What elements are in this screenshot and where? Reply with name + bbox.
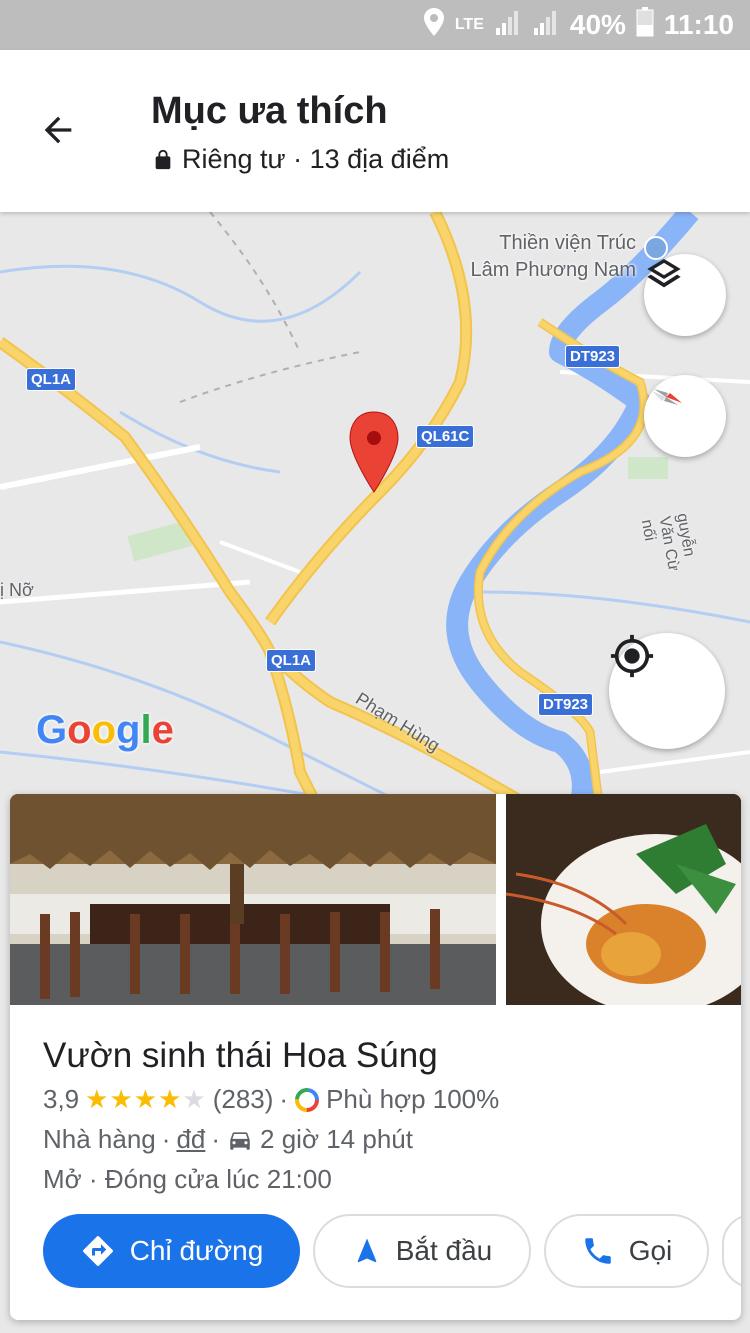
layers-icon bbox=[647, 259, 681, 288]
lock-icon bbox=[155, 149, 171, 169]
match-percent: Phù hợp 100% bbox=[326, 1084, 500, 1114]
road-label-dt923-2: DT923 bbox=[538, 693, 594, 716]
road-label-ql61c: QL61C bbox=[416, 425, 475, 448]
clock: 11:10 bbox=[663, 9, 734, 40]
battery-icon bbox=[636, 6, 654, 44]
network-type: LTE bbox=[454, 16, 484, 33]
subtitle-text: Riêng tư · 13 địa điểm bbox=[182, 144, 450, 174]
directions-icon bbox=[82, 1236, 113, 1266]
car-icon bbox=[230, 1131, 250, 1150]
start-label: Bắt đầu bbox=[395, 1235, 493, 1266]
arrow-back-icon bbox=[44, 116, 72, 144]
google-match-icon bbox=[295, 1087, 320, 1112]
google-logo: Google bbox=[36, 708, 174, 752]
list-header: Mục ưa thích Riêng tư · 13 địa điểm bbox=[0, 50, 750, 212]
my-location-icon bbox=[610, 634, 654, 678]
category: Nhà hàng bbox=[43, 1124, 156, 1154]
street-label-nguyen-van-cu: guyễn Văn Cừ nối bbox=[637, 512, 698, 573]
compass-button[interactable] bbox=[644, 375, 726, 457]
signal-icon bbox=[494, 8, 522, 43]
rating-value: 3,9 bbox=[43, 1084, 80, 1114]
directions-button[interactable]: Chỉ đường bbox=[43, 1214, 300, 1288]
call-button[interactable]: Gọi bbox=[544, 1214, 709, 1288]
layers-button[interactable] bbox=[644, 254, 726, 336]
hours-line: Mở · Đóng cửa lúc 21:00 bbox=[43, 1164, 332, 1194]
place-label-thien-vien: Thiền viện Trúc Lâm Phương Nam bbox=[470, 232, 636, 281]
directions-label: Chỉ đường bbox=[129, 1235, 264, 1266]
location-icon bbox=[423, 7, 445, 44]
road-label-ql1a: QL1A bbox=[26, 368, 77, 391]
status-bar: LTE 40% 11:10 bbox=[0, 0, 750, 50]
call-label: Gọi bbox=[628, 1235, 673, 1266]
my-location-button[interactable] bbox=[609, 633, 725, 749]
start-button[interactable]: Bắt đầu bbox=[313, 1214, 531, 1288]
drive-time: 2 giờ 14 phút bbox=[260, 1124, 413, 1154]
road-label-dt923: DT923 bbox=[565, 345, 621, 368]
place-photo-food[interactable] bbox=[506, 794, 741, 1005]
list-subtitle: Riêng tư · 13 địa điểm bbox=[152, 144, 449, 175]
compass-icon bbox=[652, 389, 682, 405]
review-count: (283) bbox=[212, 1084, 274, 1114]
phone-icon bbox=[584, 1238, 611, 1264]
rating-line: 3,9 ★★★★★ (283) · Phù hợp 100% bbox=[43, 1084, 500, 1114]
place-card[interactable]: Vườn sinh thái Hoa Súng 3,9 ★★★★★ (283) … bbox=[10, 794, 741, 1320]
place-name: Vườn sinh thái Hoa Súng bbox=[43, 1036, 438, 1075]
price-level: đđ bbox=[176, 1124, 206, 1154]
rating-stars: ★★★★★ bbox=[85, 1084, 207, 1114]
navigation-icon bbox=[357, 1238, 377, 1263]
back-button[interactable] bbox=[30, 102, 86, 158]
road-label-ql1a-2: QL1A bbox=[266, 649, 317, 672]
category-line: Nhà hàng · đđ · 2 giờ 14 phút bbox=[43, 1124, 413, 1154]
street-label-ino: ị Nỡ bbox=[0, 580, 34, 600]
page-title: Mục ưa thích bbox=[151, 90, 388, 132]
signal-icon-2 bbox=[532, 8, 560, 43]
more-actions-button[interactable] bbox=[722, 1214, 741, 1288]
place-photo-terrace[interactable] bbox=[10, 794, 496, 1005]
battery-percent: 40% bbox=[569, 9, 626, 40]
